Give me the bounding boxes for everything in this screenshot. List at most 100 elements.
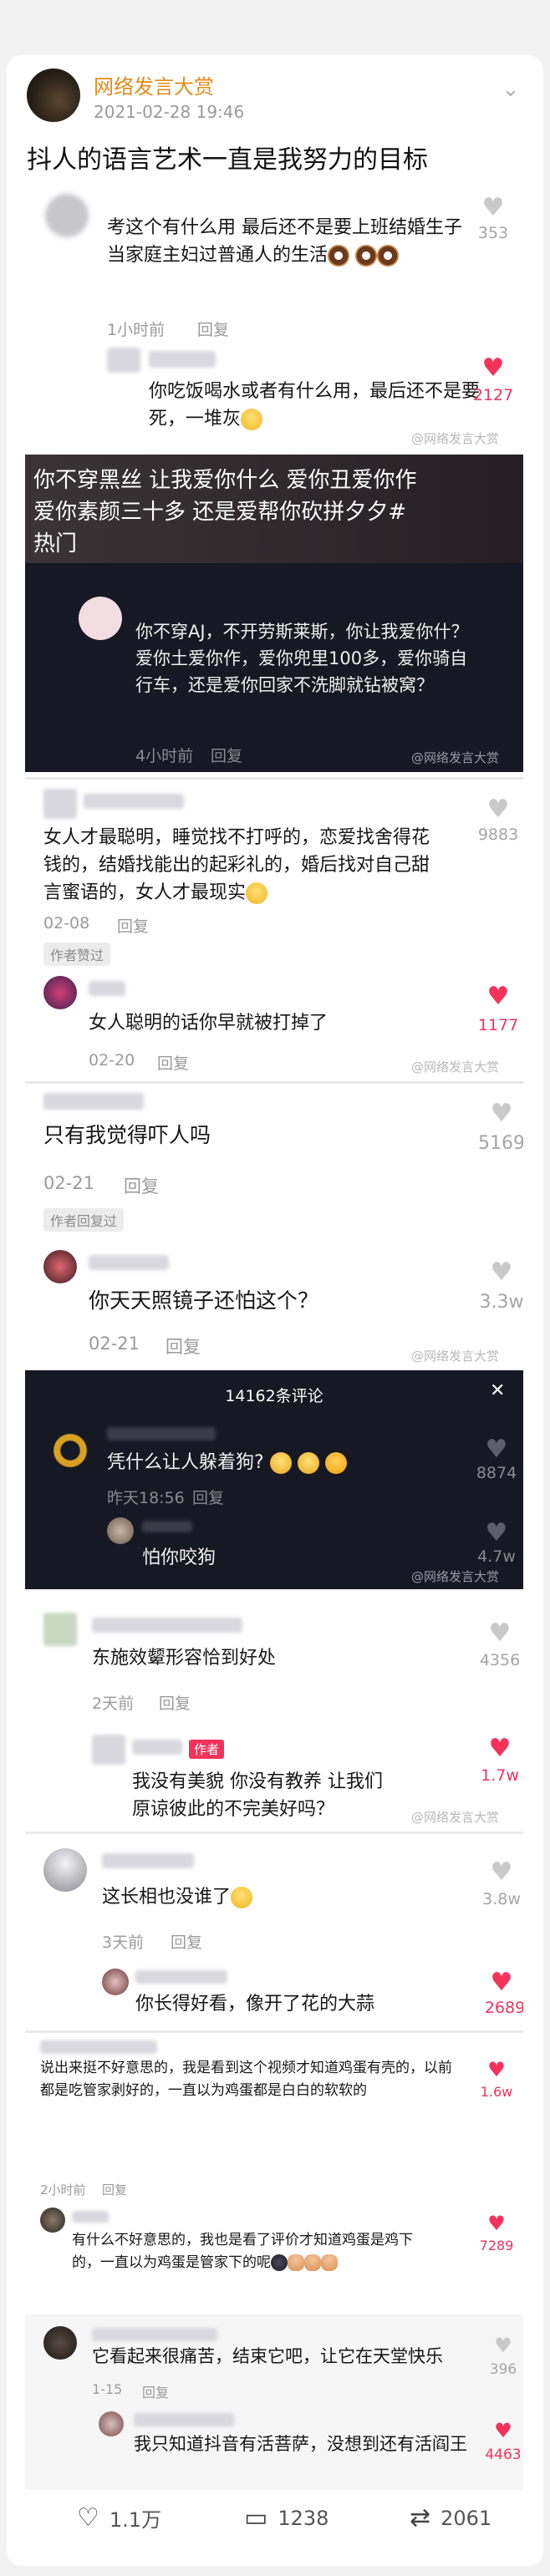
reply-text: 女人聪明的话你早就被打掉了 — [89, 1013, 328, 1034]
heart-icon[interactable]: ♥ — [480, 1437, 513, 1462]
heart-icon[interactable]: ♥ — [480, 2057, 513, 2082]
banner-text: 你不穿黑丝 让我爱你什么 爱你丑爱你作 爱你素颜三十多 还是爱帮你砍拼夕夕# 热… — [33, 468, 417, 556]
username — [132, 1740, 182, 1755]
avatar — [107, 348, 140, 373]
comment-screenshot-2[interactable]: 你不穿黑丝 让我爱你什么 爱你丑爱你作 爱你素颜三十多 还是爱帮你砍拼夕夕# 热… — [25, 455, 523, 772]
avatar — [43, 976, 77, 1009]
heart-icon[interactable]: ♥ — [485, 1260, 518, 1285]
watermark: @网络发言大赏 — [411, 1349, 500, 1364]
heart-icon[interactable]: ♥ — [486, 2418, 520, 2443]
blob-emoji — [271, 2254, 288, 2271]
author-name[interactable]: 网络发言大赏 — [94, 70, 214, 99]
comment-text: 女人才最聪明，睡觉找不打呼的，恋爱找舍得花钱的，结婚找能出的起彩礼的，婚后找对自… — [43, 827, 430, 904]
pray-emoji — [288, 2254, 304, 2271]
watermark: @网络发言大赏 — [411, 431, 500, 446]
comment-text: 考这个有什么用 最后还不是要上班结婚生子 当家庭主妇过普通人的生活 — [107, 217, 462, 267]
avatar — [79, 597, 122, 640]
comment-text: 你不穿AJ，不开劳斯莱斯，你让我爱你什？爱你土爱你作，爱你兜里100多，爱你骑自… — [135, 622, 469, 695]
reply-text: 你天天照镜子还怕这个？ — [89, 1288, 319, 1313]
comment-screenshot-3[interactable]: 女人才最聪明，睡觉找不打呼的，恋爱找舍得花钱的，结婚找能出的起彩礼的，婚后找对自… — [25, 782, 523, 1080]
username — [107, 1427, 216, 1440]
comment-text: 它看起来很痛苦，结束它吧，让它在天堂快乐 — [92, 2346, 443, 2366]
like-count: 4.7w — [477, 1547, 516, 1566]
watermark: @网络发言大赏 — [411, 750, 500, 765]
heart-icon[interactable]: ♥ — [481, 984, 515, 1009]
heart-icon[interactable]: ♥ — [485, 1101, 518, 1126]
avatar — [45, 194, 89, 237]
comment-time: 2小时前 — [40, 2182, 86, 2197]
smile-emoji — [241, 409, 263, 430]
reply-button[interactable]: 回复 — [102, 2181, 127, 2198]
reply-text: 你长得好看，像开了花的大蒜 — [135, 1994, 375, 2015]
donut-emoji — [328, 245, 350, 267]
comment-count-title: 14162条评论 — [225, 1387, 323, 1405]
comment-screenshot-5[interactable]: 14162条评论 ✕ 凭什么让人躲着狗? 昨天18:56 回复 ♥ 8874 怕… — [25, 1370, 523, 1589]
reply-button[interactable]: 回复 — [142, 2381, 169, 2401]
reply-button[interactable]: 回复 — [197, 318, 229, 340]
divider — [25, 1081, 523, 1084]
heart-icon[interactable]: ♥ — [485, 1860, 518, 1885]
chevron-down-icon[interactable]: ⌄ — [502, 77, 520, 102]
avatar — [92, 1735, 125, 1765]
watermark: @网络发言大赏 — [411, 1810, 500, 1825]
avatar — [48, 1429, 92, 1472]
heart-icon[interactable]: ♥ — [485, 1970, 518, 1995]
comment-time: 3天前 — [102, 1933, 145, 1952]
username — [142, 1521, 192, 1532]
username — [135, 1970, 227, 1984]
like-count: 1.6w — [480, 2084, 513, 2100]
comment-text: 只有我觉得吓人吗 — [43, 1123, 211, 1147]
like-count: 4356 — [479, 1651, 521, 1669]
reply-button[interactable]: 回复 — [171, 1930, 202, 1953]
heart-icon[interactable]: ♥ — [476, 356, 510, 381]
like-count: 353 — [477, 224, 509, 242]
reply-text: 你吃饭喝水或者有什么用，最后还不是要死，一堆灰 — [149, 381, 481, 430]
heart-icon[interactable]: ♥ — [483, 1621, 517, 1646]
username — [89, 1255, 169, 1270]
reply-button[interactable]: 回复 — [166, 1334, 201, 1359]
close-icon[interactable]: ✕ — [490, 1380, 505, 1401]
comment-text: 东施效颦形容恰到好处 — [92, 1648, 277, 1669]
comment-screenshot-4[interactable]: 只有我觉得吓人吗 02-21 回复 作者回复过 ♥ 5169 你天天照镜子还怕这… — [25, 1086, 523, 1364]
avatar — [99, 2411, 124, 2436]
heart-icon[interactable]: ♥ — [486, 2333, 520, 2358]
reply-button[interactable]: 回复 — [124, 1173, 159, 1198]
like-count: 9883 — [477, 826, 519, 844]
repost-stat[interactable]: ⇄ 2061 — [410, 2503, 491, 2533]
heart-icon[interactable]: ♥ — [476, 196, 510, 221]
comment-total: 1238 — [278, 2506, 329, 2530]
comment-stat[interactable]: ▭ 1238 — [244, 2503, 328, 2533]
reply-text: 我没有美貌 你没有教养 让我们原谅彼此的不完美好吗？ — [132, 1771, 383, 1820]
comment-screenshot-6[interactable]: 东施效颦形容恰到好处 2天前 回复 ♥ 4356 作者 我没有美貌 你没有教养 … — [25, 1604, 523, 1830]
comment-screenshot-1[interactable]: 考这个有什么用 最后还不是要上班结婚生子 当家庭主妇过普通人的生活 1小时前 回… — [25, 185, 523, 451]
comment-screenshot-8[interactable]: 说出来挺不好意思的，我是看到这个视频才知道鸡蛋有壳的，以前都是吃管家剥好的，一直… — [25, 2035, 523, 2299]
comment-time: 1小时前 — [107, 321, 166, 339]
avatar — [40, 2208, 65, 2233]
heart-icon[interactable]: ♥ — [483, 1736, 517, 1761]
like-count: 396 — [489, 2361, 517, 2378]
reply-text: 有什么不好意思的，我也是看了评价才知道鸡蛋是鸡下的，一直以为鸡蛋是管家下的呢 — [72, 2232, 413, 2271]
reply-text: 怕你咬狗 — [142, 1547, 216, 1568]
comment-time: 1-15 — [92, 2381, 123, 2397]
author-badge: 作者 — [189, 1740, 225, 1759]
like-stat[interactable]: ♡ 1.1万 — [77, 2503, 161, 2533]
reply-button[interactable]: 回复 — [192, 1486, 224, 1508]
comment-screenshot-7[interactable]: 这长相也没谁了 3天前 回复 ♥ 3.8w 你长得好看，像开了花的大蒜 ♥ 26… — [25, 1837, 523, 2027]
comment-text: 这长相也没谁了 — [102, 1883, 253, 1911]
username — [102, 1853, 194, 1868]
heart-icon[interactable]: ♥ — [480, 2211, 513, 2236]
username — [84, 794, 184, 809]
comment-text: 说出来挺不好意思的，我是看到这个视频才知道鸡蛋有壳的，以前都是吃管家剥好的，一直… — [40, 2060, 452, 2099]
heart-icon[interactable]: ♥ — [480, 1521, 513, 1546]
author-avatar[interactable] — [27, 69, 80, 122]
laugh-emoji — [231, 1887, 253, 1908]
reply-button[interactable]: 回复 — [159, 1691, 191, 1714]
smile-emoji — [246, 882, 268, 904]
reply-button[interactable]: 回复 — [117, 914, 149, 937]
post-text: 抖人的语言艺术一直是我努力的目标 — [27, 145, 428, 175]
heart-icon[interactable]: ♥ — [481, 797, 515, 822]
tired-emoji — [297, 1452, 319, 1474]
comment-screenshot-9[interactable]: 它看起来很痛苦，结束它吧，让它在天堂快乐 1-15 回复 ♥ 396 我只知道抖… — [25, 2314, 523, 2490]
reply-button[interactable]: 回复 — [157, 1051, 189, 1074]
reply-button[interactable]: 回复 — [211, 744, 242, 766]
